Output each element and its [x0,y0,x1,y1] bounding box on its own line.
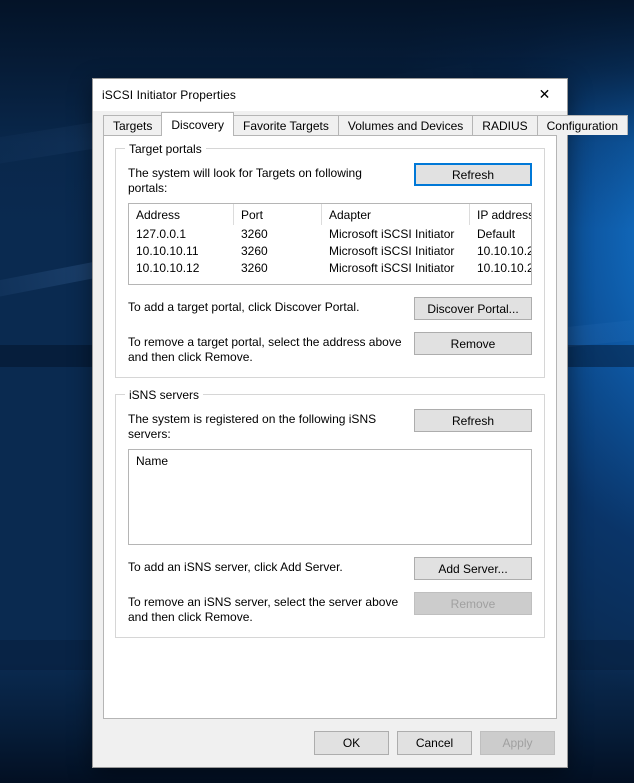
cell-address: 10.10.10.11 [136,243,199,258]
target-portals-listview[interactable]: Address Port Adapter IP address 127.0.0.… [128,203,532,285]
tab-targets[interactable]: Targets [103,115,163,135]
ok-button[interactable]: OK [314,731,389,755]
target-portals-add-text: To add a target portal, click Discover P… [128,300,360,314]
cell-address: 127.0.0.1 [136,226,187,241]
apply-button: Apply [480,731,555,755]
table-row[interactable]: 10.10.10.12 3260 Microsoft iSCSI Initiat… [129,259,531,276]
cell-port: 3260 [241,226,268,241]
isns-header-row: The system is registered on the followin… [128,409,532,442]
cell-adapter: Microsoft iSCSI Initiator [329,243,455,258]
column-header-ip-address[interactable]: IP address [470,204,531,225]
isns-remove-button: Remove [414,592,532,615]
cell-ip: 10.10.10.22 [477,243,531,258]
target-portals-remove-text: To remove a target portal, select the ad… [128,335,402,364]
discover-portal-button[interactable]: Discover Portal... [414,297,532,320]
cell-address: 10.10.10.12 [136,260,200,275]
tab-volumes-and-devices[interactable]: Volumes and Devices [337,115,474,135]
isns-servers-group: iSNS servers The system is registered on… [115,388,545,638]
target-portals-group: Target portals The system will look for … [115,142,545,378]
cell-port: 3260 [241,243,268,258]
column-header-name[interactable]: Name [129,450,531,471]
isns-add-text: To add an iSNS server, click Add Server. [128,560,343,574]
isns-remove-text: To remove an iSNS server, select the ser… [128,595,399,624]
cancel-button[interactable]: Cancel [397,731,472,755]
isns-servers-listview[interactable]: Name [128,449,532,545]
close-button[interactable]: ✕ [522,80,567,111]
column-header-adapter[interactable]: Adapter [322,204,470,225]
cell-adapter: Microsoft iSCSI Initiator [329,260,455,275]
tab-discovery[interactable]: Discovery [161,112,235,136]
window-title: iSCSI Initiator Properties [102,88,236,102]
iscsi-initiator-properties-dialog: iSCSI Initiator Properties ✕ Targets Dis… [92,78,629,768]
table-row[interactable]: 10.10.10.11 3260 Microsoft iSCSI Initiat… [129,242,531,259]
target-portals-remove-button[interactable]: Remove [414,332,532,355]
tab-favorite-targets[interactable]: Favorite Targets [233,115,339,135]
isns-add-row: To add an iSNS server, click Add Server.… [128,557,532,580]
isns-column-headers: Name [129,450,531,471]
tab-strip: Targets Discovery Favorite Targets Volum… [103,112,629,136]
target-portals-group-title: Target portals [125,142,206,156]
title-bar: iSCSI Initiator Properties ✕ [93,79,567,111]
dialog-footer: OK Cancel Apply [93,719,567,767]
target-portals-add-row: To add a target portal, click Discover P… [128,297,532,320]
tab-configuration[interactable]: Configuration [536,115,629,135]
isns-servers-group-title: iSNS servers [125,388,204,402]
target-portals-description: The system will look for Targets on foll… [128,166,362,195]
target-portals-header-row: The system will look for Targets on foll… [128,163,532,196]
target-portals-refresh-button[interactable]: Refresh [414,163,532,186]
add-server-button[interactable]: Add Server... [414,557,532,580]
target-portals-column-headers: Address Port Adapter IP address [129,204,531,225]
close-icon: ✕ [538,87,551,103]
cell-adapter: Microsoft iSCSI Initiator [329,226,455,241]
cell-ip: Default [477,226,516,241]
discovery-tab-panel: Target portals The system will look for … [103,135,557,719]
target-portals-remove-row: To remove a target portal, select the ad… [128,332,532,365]
isns-refresh-button[interactable]: Refresh [414,409,532,432]
table-row[interactable]: 127.0.0.1 3260 Microsoft iSCSI Initiator… [129,225,531,242]
column-header-port[interactable]: Port [234,204,322,225]
isns-description: The system is registered on the followin… [128,412,377,441]
tab-radius[interactable]: RADIUS [472,115,538,135]
column-header-address[interactable]: Address [129,204,234,225]
cell-ip: 10.10.10.21 [477,260,531,275]
isns-remove-row: To remove an iSNS server, select the ser… [128,592,532,625]
cell-port: 3260 [241,260,268,275]
